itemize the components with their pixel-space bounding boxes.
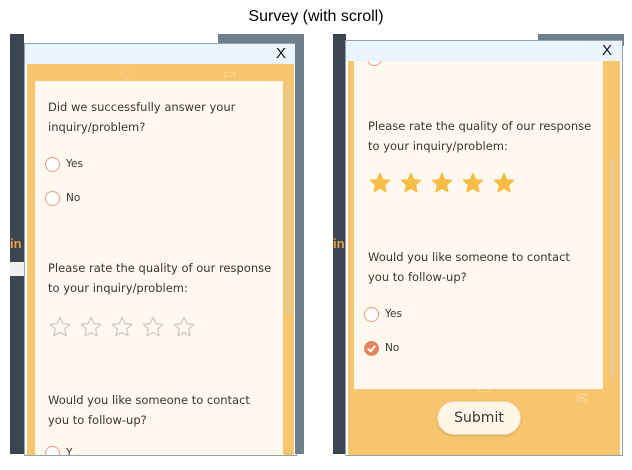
radio-checked-icon[interactable] (364, 340, 379, 356)
left-background-light (10, 262, 24, 276)
star-filled-icon[interactable] (492, 171, 516, 195)
star-outline-icon[interactable] (141, 315, 165, 339)
option-label: Y (66, 447, 73, 455)
star-outline-icon[interactable] (110, 315, 134, 339)
decor-icon: ✉ (576, 391, 588, 407)
question-rating: Please rate the quality of our response … (48, 261, 272, 295)
option-label: Yes (66, 158, 83, 170)
scrollbar[interactable] (286, 86, 290, 316)
left-partial-text: in (10, 236, 22, 251)
option-no[interactable]: No (45, 188, 80, 208)
close-button[interactable]: X (276, 45, 286, 62)
left-survey-window: X ◌ ▭ Did we successfully answer your in… (24, 43, 297, 456)
right-survey-card: Please rate the quality of our response … (354, 61, 603, 389)
left-background-right (295, 34, 304, 454)
star-filled-icon[interactable] (399, 171, 423, 195)
right-partial-text: in (333, 236, 345, 251)
radio-unchecked-icon[interactable] (45, 190, 60, 206)
option-label: No (385, 342, 400, 354)
option-yes[interactable]: Yes (364, 304, 402, 324)
left-survey-card: Did we successfully answer your inquiry/… (35, 81, 283, 455)
question-contact: Would you like someone to contact you to… (48, 393, 250, 427)
star-outline-icon[interactable] (48, 315, 72, 339)
option-no[interactable]: No (364, 338, 399, 358)
star-outline-icon[interactable] (79, 315, 103, 339)
left-survey-panel: ◌ ▭ Did we successfully answer your inqu… (27, 64, 294, 455)
right-titlebar: X (346, 41, 622, 61)
star-filled-icon[interactable] (368, 171, 392, 195)
star-rating[interactable] (48, 315, 196, 339)
option-yes[interactable]: Y (45, 443, 72, 455)
right-survey-window: X ▭ ✉ Please rate the quality of our res… (345, 40, 623, 456)
star-rating[interactable] (368, 171, 516, 195)
option-yes[interactable]: Yes (45, 154, 83, 174)
radio-unchecked-icon[interactable] (45, 156, 60, 172)
decor-icon: ◌ (121, 64, 134, 80)
question-answered: Did we successfully answer your inquiry/… (48, 100, 236, 134)
close-button[interactable]: X (602, 42, 612, 59)
star-filled-icon[interactable] (430, 171, 454, 195)
question-contact: Would you like someone to contact you to… (368, 250, 570, 284)
radio-unchecked-icon (367, 61, 382, 66)
radio-unchecked-icon[interactable] (364, 306, 379, 322)
star-filled-icon[interactable] (461, 171, 485, 195)
option-label: No (66, 192, 81, 204)
star-outline-icon[interactable] (172, 315, 196, 339)
scrollbar[interactable] (610, 159, 614, 377)
decor-icon: ▭ (223, 66, 237, 82)
left-titlebar: X (25, 44, 296, 64)
question-rating: Please rate the quality of our response … (368, 119, 592, 153)
option-label: Yes (385, 308, 402, 320)
page-title: Survey (with scroll) (248, 8, 384, 25)
right-survey-panel: ▭ ✉ Please rate the quality of our respo… (348, 61, 620, 455)
radio-unchecked-icon[interactable] (45, 445, 60, 455)
submit-button[interactable]: Submit (437, 401, 521, 435)
